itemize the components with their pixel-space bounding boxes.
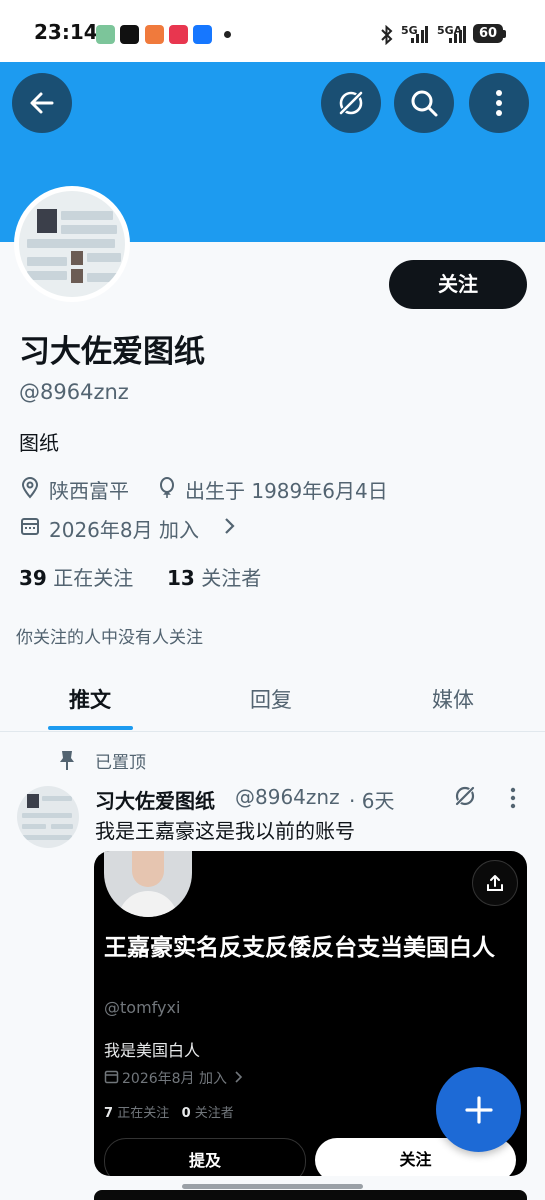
more-vertical-icon[interactable]	[509, 787, 517, 809]
signal-icon	[449, 26, 466, 43]
download-notification-icon	[96, 25, 115, 44]
tweet-author-handle: @8964znz	[235, 785, 340, 809]
calendar-icon	[21, 518, 39, 535]
following-count-link[interactable]: 39 正在关注	[19, 562, 133, 591]
avatar-doc-row	[27, 257, 67, 266]
tab-replies[interactable]: 回复	[250, 684, 292, 714]
profile-handle: @8964znz	[19, 380, 129, 404]
avatar-doc-row	[61, 225, 117, 234]
embedded-profile-joined: 2026年8月 加入	[122, 1071, 227, 1087]
chevron-right-icon[interactable]	[222, 516, 236, 536]
plus-icon	[464, 1095, 493, 1124]
more-notifications-dot	[224, 31, 231, 38]
battery-cap	[503, 30, 506, 38]
more-vertical-icon	[496, 90, 502, 116]
avatar-doc-row	[61, 211, 113, 220]
avatar-doc-row	[87, 253, 121, 262]
alipay-notification-icon	[193, 25, 212, 44]
signal-icon	[411, 26, 428, 43]
grok-button[interactable]	[321, 73, 381, 133]
location-pin-icon	[21, 477, 39, 499]
profile-birthday: 出生于 1989年6月4日	[185, 479, 388, 503]
share-upload-icon	[487, 875, 503, 891]
tweet-time: · 6天	[349, 789, 395, 813]
app-notification-icon	[169, 25, 188, 44]
pin-icon	[60, 751, 74, 770]
status-time: 23:14	[34, 20, 98, 44]
chevron-right-icon	[235, 1071, 243, 1083]
avatar-doc-row	[22, 824, 46, 829]
embedded-profile-bio: 我是美国白人	[104, 1041, 201, 1060]
calendar-icon	[104, 1070, 119, 1084]
tweet-text: 我是王嘉豪这是我以前的账号	[95, 819, 355, 843]
grok-icon	[338, 90, 364, 116]
embedded-followers-count: 0	[181, 1106, 191, 1121]
following-count: 39	[19, 566, 47, 590]
embedded-followers-label: 关注者	[194, 1106, 234, 1121]
bluetooth-icon	[381, 25, 393, 45]
avatar-doc-row	[42, 796, 72, 801]
back-button[interactable]	[12, 73, 72, 133]
avatar-photo-detail	[71, 269, 83, 283]
balloon-icon	[160, 477, 174, 498]
more-options-button[interactable]	[469, 73, 529, 133]
avatar-body	[118, 891, 178, 917]
profile-display-name: 习大佐爱图纸	[19, 334, 205, 370]
followers-count-link[interactable]: 13 关注者	[167, 562, 261, 591]
next-post-preview	[94, 1190, 527, 1200]
avatar-photo-detail	[27, 794, 39, 808]
share-button[interactable]	[472, 860, 518, 906]
tweet-author-avatar[interactable]	[17, 786, 79, 848]
avatar-doc-row	[22, 835, 72, 840]
avatar-doc-row	[51, 824, 73, 829]
app-notification-icon	[120, 25, 139, 44]
followers-count: 13	[167, 566, 195, 590]
embedded-following-label: 正在关注	[117, 1106, 170, 1121]
avatar-photo-detail	[71, 251, 83, 265]
embedded-profile-name: 王嘉豪实名反支反倭反台支当美国白人	[104, 935, 495, 961]
avatar-doc-row	[87, 273, 121, 282]
embedded-following-count: 7	[104, 1106, 114, 1121]
search-button[interactable]	[394, 73, 454, 133]
back-arrow-icon	[30, 92, 54, 114]
pinned-label: 已置顶	[95, 753, 146, 773]
profile-bio: 图纸	[19, 431, 59, 455]
followers-label: 关注者	[201, 566, 262, 590]
avatar-doc-row	[22, 813, 72, 818]
tab-posts[interactable]: 推文	[69, 684, 111, 714]
tweet-author-name[interactable]: 习大佐爱图纸	[95, 785, 215, 814]
profile-avatar[interactable]	[14, 186, 130, 302]
follow-button[interactable]: 关注	[389, 260, 527, 309]
app-notification-icon	[145, 25, 164, 44]
followers-you-know: 你关注的人中没有人关注	[16, 628, 203, 648]
home-indicator[interactable]	[182, 1184, 363, 1189]
embedded-profile-handle: @tomfyxi	[104, 998, 181, 1017]
compose-button[interactable]	[436, 1067, 521, 1152]
profile-location: 陕西富平	[49, 479, 129, 503]
avatar-image	[19, 191, 125, 297]
active-tab-indicator	[48, 726, 133, 730]
avatar-face	[132, 851, 164, 887]
embedded-profile-counts: 7 正在关注 0 关注者	[104, 1102, 234, 1121]
tab-media[interactable]: 媒体	[432, 684, 474, 714]
embedded-profile-avatar	[104, 851, 192, 917]
following-label: 正在关注	[53, 566, 134, 590]
mention-button[interactable]: 提及	[104, 1138, 306, 1176]
grok-icon[interactable]	[452, 783, 478, 809]
avatar-doc-row	[27, 271, 67, 280]
battery-indicator: 60	[473, 24, 503, 43]
avatar-doc-row	[27, 239, 115, 248]
search-icon	[411, 90, 438, 117]
avatar-photo-detail	[37, 209, 57, 233]
profile-joined: 2026年8月 加入	[49, 518, 199, 542]
tabs-divider	[0, 731, 545, 732]
